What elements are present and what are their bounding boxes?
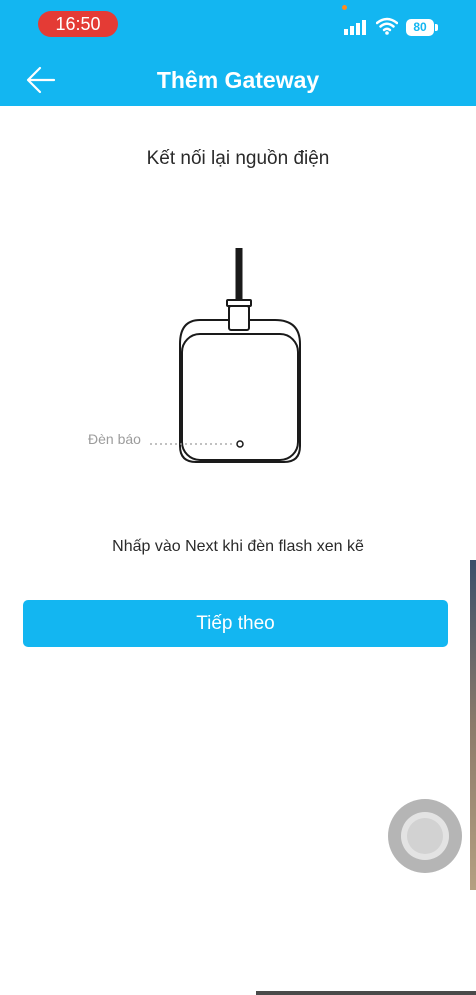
background-edge (470, 560, 476, 890)
next-button[interactable]: Tiếp theo (23, 600, 448, 647)
privacy-indicator-dot (342, 5, 347, 10)
cellular-signal-icon (344, 20, 366, 35)
instruction-text: Nhấp vào Next khi đèn flash xen kẽ (112, 538, 364, 555)
home-indicator (256, 991, 476, 995)
step-heading: Kết nối lại nguồn điện (146, 148, 330, 169)
status-time: 16:50 (38, 11, 118, 37)
indicator-light-label: Đèn báo (88, 431, 141, 447)
assistive-touch-icon (401, 812, 449, 860)
wifi-icon (376, 17, 398, 35)
assistive-touch-button[interactable] (388, 799, 462, 873)
battery-icon: 80 (406, 19, 434, 36)
battery-tip (435, 24, 438, 31)
page-title: Thêm Gateway (156, 67, 320, 93)
back-arrow-icon[interactable] (24, 62, 60, 98)
